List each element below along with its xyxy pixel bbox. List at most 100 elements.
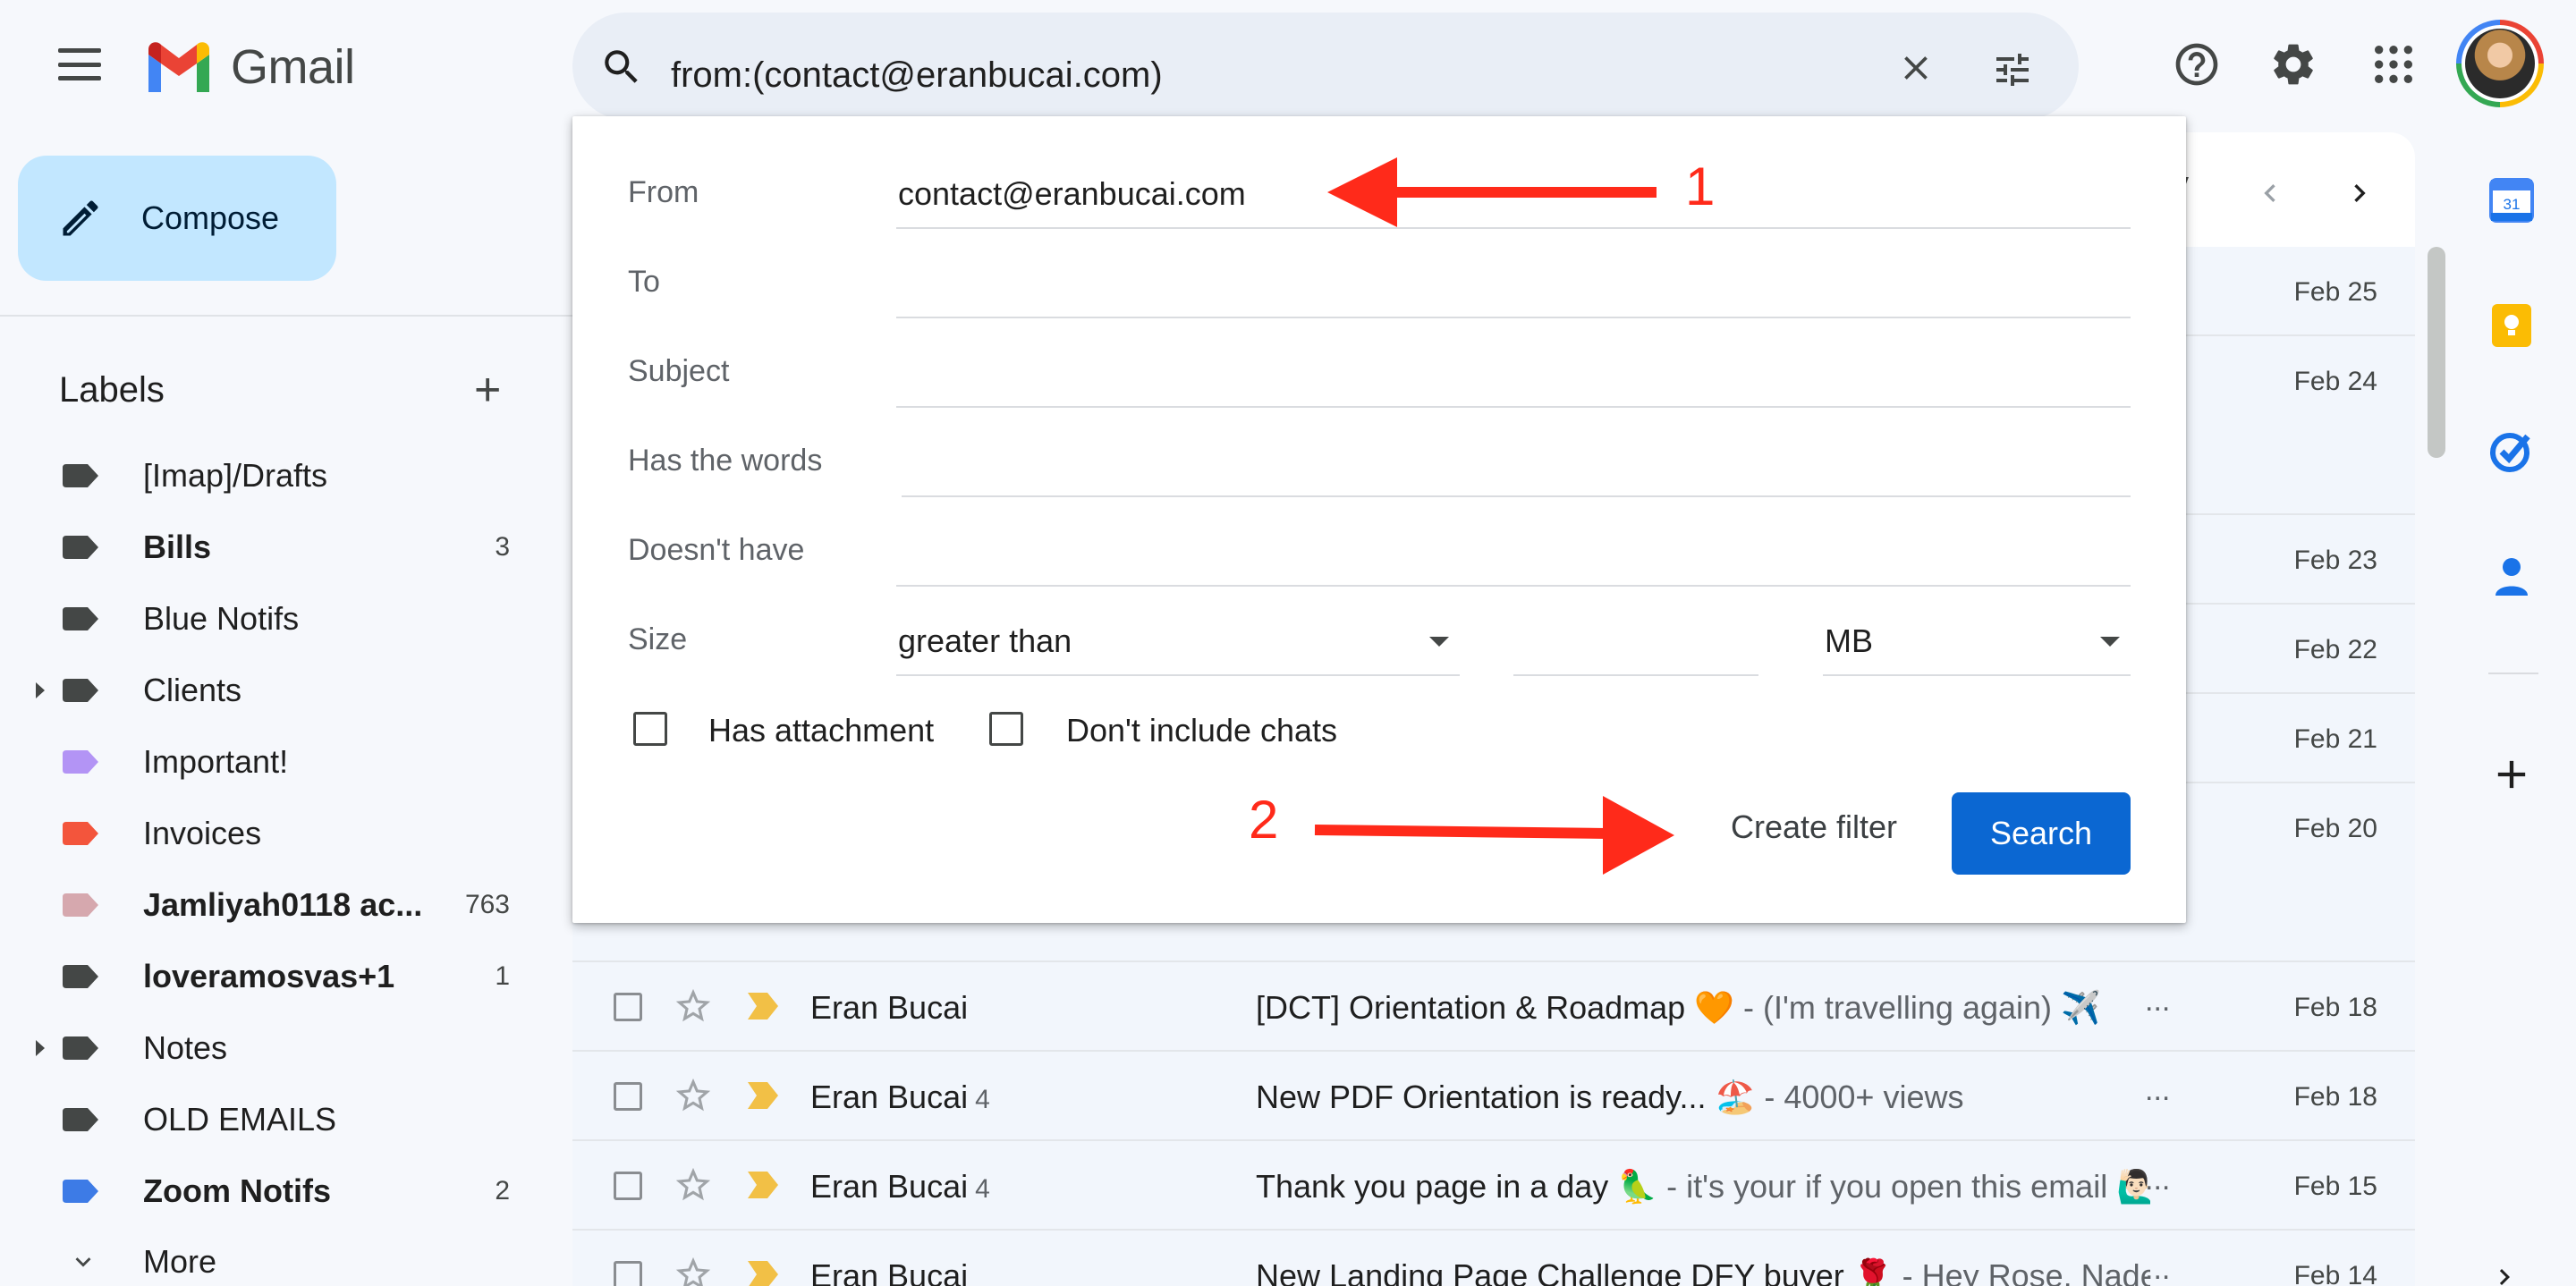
calendar-icon[interactable]: 31 — [2488, 177, 2535, 224]
top-bar: Gmail from:(contact@eranbucai.com) — [0, 0, 2576, 132]
keep-icon[interactable] — [2488, 302, 2535, 349]
important-marker-icon[interactable] — [748, 1172, 778, 1198]
email-row[interactable]: Eran Bucai New Landing Page Challenge DFY… — [572, 1231, 2415, 1286]
close-icon[interactable] — [1896, 48, 1936, 88]
label-item[interactable]: loveramosvas+1 1 — [0, 941, 555, 1012]
label-item[interactable]: Notes — [0, 1012, 555, 1084]
subject-row: Subject — [628, 336, 2131, 408]
label-item[interactable]: Jamliyah0118 ac... 763 — [0, 869, 555, 941]
chevron-right-icon[interactable] — [2342, 175, 2377, 211]
label-name: Notes — [143, 1029, 228, 1066]
label-name: Clients — [143, 672, 242, 708]
select-checkbox[interactable] — [614, 1261, 642, 1286]
select-checkbox[interactable] — [614, 1082, 642, 1111]
subject-field[interactable] — [896, 336, 2131, 408]
exclude-chats-checkbox[interactable] — [989, 712, 1023, 746]
gmail-logo[interactable]: Gmail — [143, 39, 355, 95]
more-icon[interactable]: ... — [2145, 1163, 2170, 1197]
label-icon — [63, 1108, 98, 1131]
compose-button[interactable]: Compose — [18, 156, 336, 281]
more-label: More — [143, 1243, 217, 1280]
select-checkbox[interactable] — [614, 1172, 642, 1200]
important-marker-icon[interactable] — [748, 1082, 778, 1109]
more-labels-toggle[interactable]: More — [0, 1227, 555, 1286]
size-operator-select[interactable]: greater than — [896, 605, 1460, 676]
label-icon — [63, 893, 98, 917]
create-filter-button[interactable]: Create filter — [1708, 789, 1919, 866]
email-sender: Eran Bucai — [810, 989, 969, 1026]
main-menu-icon[interactable] — [55, 45, 104, 84]
search-input[interactable]: from:(contact@eranbucai.com) — [671, 55, 1163, 96]
star-icon[interactable] — [673, 1254, 714, 1286]
email-sender: Eran Bucai 4 — [810, 1168, 990, 1205]
label-item[interactable]: Zoom Notifs 2 — [0, 1155, 555, 1227]
email-subject: New PDF Orientation is ready... 🏖️ - 400… — [1256, 1079, 1964, 1115]
email-row[interactable]: Eran Bucai [DCT] Orientation & Roadmap 🧡 … — [572, 962, 2415, 1052]
label-name: Jamliyah0118 ac... — [143, 886, 423, 923]
size-label: Size — [628, 622, 688, 656]
scrollbar[interactable] — [2428, 247, 2445, 458]
email-sender: Eran Bucai 4 — [810, 1079, 990, 1115]
more-icon[interactable]: ... — [2145, 1252, 2170, 1286]
label-icon — [63, 536, 98, 559]
select-checkbox[interactable] — [614, 993, 642, 1021]
email-date: Feb 23 — [2293, 546, 2377, 575]
email-subject: Thank you page in a day 🦜 - it's your if… — [1256, 1168, 2150, 1206]
label-item[interactable]: Clients — [0, 655, 555, 726]
email-date: Feb 24 — [2293, 367, 2377, 396]
doesnt-have-label: Doesn't have — [628, 533, 805, 567]
avatar[interactable] — [2456, 20, 2544, 107]
gear-icon[interactable] — [2268, 39, 2318, 89]
label-name: Important! — [143, 743, 289, 780]
caret-right-icon[interactable] — [36, 682, 45, 698]
label-item[interactable]: Invoices — [0, 798, 555, 869]
search-icon[interactable] — [599, 45, 644, 89]
star-icon[interactable] — [673, 986, 714, 1027]
chevron-left-icon[interactable] — [2252, 175, 2288, 211]
more-icon[interactable]: ... — [2145, 1073, 2170, 1108]
has-attachment-checkbox[interactable] — [633, 712, 667, 746]
label-list: [Imap]/Drafts Bills 3 Blue Notifs Clients Imp… — [0, 440, 555, 1227]
star-icon[interactable] — [673, 1075, 714, 1116]
apps-grid-icon[interactable] — [2368, 39, 2419, 89]
label-item[interactable]: Blue Notifs — [0, 583, 555, 655]
label-item[interactable]: [Imap]/Drafts — [0, 440, 555, 512]
more-icon[interactable]: ... — [2145, 984, 2170, 1019]
label-item[interactable]: OLD EMAILS — [0, 1084, 555, 1155]
pencil-icon — [63, 200, 98, 236]
email-row[interactable]: Eran Bucai 4 Thank you page in a day 🦜 - i… — [572, 1141, 2415, 1231]
has-words-field[interactable] — [902, 426, 2131, 497]
email-row[interactable]: Eran Bucai 4 New PDF Orientation is ready.… — [572, 1052, 2415, 1141]
from-value: contact@eranbucai.com — [898, 175, 1246, 212]
star-icon[interactable] — [673, 1164, 714, 1206]
label-item[interactable]: Important! — [0, 726, 555, 798]
doesnt-have-field[interactable] — [896, 515, 2131, 587]
size-unit-select[interactable]: MB — [1823, 605, 2131, 676]
doesnt-have-row: Doesn't have — [628, 515, 2131, 587]
search-options-icon[interactable] — [1991, 48, 2034, 91]
search-button[interactable]: Search — [1952, 792, 2131, 875]
thread-count: 4 — [975, 1174, 990, 1204]
tasks-icon[interactable] — [2488, 427, 2535, 474]
chevron-right-icon[interactable] — [2488, 1261, 2521, 1286]
email-date: Feb 21 — [2293, 724, 2377, 754]
label-icon — [63, 464, 98, 487]
email-sender: Eran Bucai — [810, 1257, 969, 1286]
caret-right-icon[interactable] — [36, 1040, 45, 1056]
rail-divider — [2488, 673, 2538, 674]
important-marker-icon[interactable] — [748, 993, 778, 1019]
gmail-m-icon — [148, 42, 209, 92]
contacts-icon[interactable] — [2488, 553, 2535, 599]
add-label-icon[interactable]: + — [474, 367, 501, 413]
search-bar[interactable]: from:(contact@eranbucai.com) — [572, 13, 2079, 120]
add-icon[interactable] — [2488, 751, 2535, 798]
label-icon — [63, 750, 98, 774]
size-value-field[interactable] — [1513, 605, 1758, 676]
from-label: From — [628, 175, 699, 209]
label-item[interactable]: Bills 3 — [0, 512, 555, 583]
email-date: Feb 14 — [2293, 1261, 2377, 1286]
important-marker-icon[interactable] — [748, 1261, 778, 1286]
sidebar-divider — [0, 315, 572, 317]
help-icon[interactable] — [2172, 39, 2222, 89]
to-field[interactable] — [896, 247, 2131, 318]
